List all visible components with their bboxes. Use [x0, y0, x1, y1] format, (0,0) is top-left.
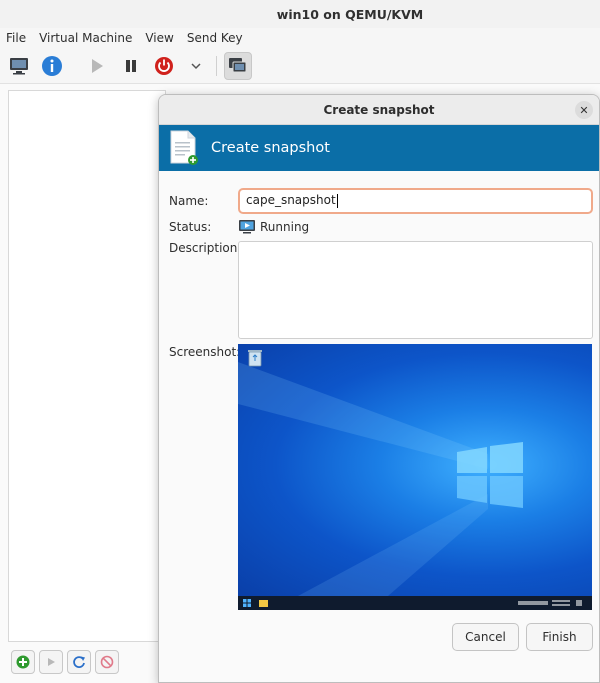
console-button[interactable] [5, 52, 33, 80]
refresh-button[interactable] [67, 650, 91, 674]
description-textarea[interactable] [238, 241, 593, 339]
menu-bar: File Virtual Machine View Send Key [0, 28, 600, 48]
recycle-bin-icon [248, 350, 262, 367]
details-button[interactable] [38, 52, 66, 80]
menu-file[interactable]: File [6, 31, 26, 45]
dialog-titlebar: Create snapshot ✕ [159, 95, 599, 125]
add-snapshot-button[interactable] [11, 650, 35, 674]
menu-view[interactable]: View [145, 31, 173, 45]
description-label: Description: [169, 241, 242, 255]
info-icon [42, 56, 62, 76]
toolbar [0, 48, 600, 84]
refresh-icon [73, 656, 85, 668]
status-value-group: Running [238, 219, 309, 234]
window-title: win10 on QEMU/KVM [276, 6, 424, 22]
windows-light-beams [238, 362, 488, 596]
name-input-value: cape_snapshot [246, 193, 336, 207]
delete-snapshot-button[interactable] [95, 650, 119, 674]
run-icon [92, 59, 103, 73]
add-icon [16, 655, 30, 669]
shutdown-icon [155, 57, 173, 75]
snapshots-icon [229, 58, 247, 73]
console-icon [10, 58, 28, 75]
system-tray-icon [518, 600, 582, 606]
run-icon [48, 658, 55, 666]
run-button[interactable] [83, 52, 111, 80]
toolbar-separator [216, 56, 217, 76]
pause-icon [126, 60, 136, 72]
dialog-heading: Create snapshot [211, 140, 330, 156]
text-caret [336, 193, 338, 208]
start-icon [243, 599, 251, 607]
menu-virtual-machine[interactable]: Virtual Machine [39, 31, 132, 45]
running-vm-icon [239, 220, 255, 234]
name-input[interactable]: cape_snapshot [238, 188, 593, 214]
snapshots-button[interactable] [224, 52, 252, 80]
status-label: Status: [169, 220, 212, 234]
file-explorer-icon [259, 600, 268, 607]
pause-button[interactable] [117, 52, 145, 80]
finish-button[interactable]: Finish [526, 623, 593, 651]
snapshot-list-actions [0, 646, 160, 683]
name-label: Name: [169, 194, 209, 208]
delete-icon [100, 655, 114, 669]
windows-taskbar [238, 596, 592, 610]
vm-screenshot [238, 344, 592, 610]
cancel-button[interactable]: Cancel [452, 623, 519, 651]
snapshot-list[interactable] [8, 90, 166, 642]
close-button[interactable]: ✕ [575, 101, 593, 119]
screenshot-label: Screenshot: [169, 345, 241, 359]
run-snapshot-button[interactable] [39, 650, 63, 674]
dialog-title: Create snapshot [323, 102, 435, 117]
status-value: Running [260, 219, 310, 234]
dialog-banner: Create snapshot [159, 125, 599, 171]
new-document-icon [169, 130, 198, 166]
windows-logo [457, 442, 523, 508]
create-snapshot-dialog: Create snapshot ✕ Create snapshot Name: … [158, 94, 600, 683]
chevron-down-icon [191, 63, 201, 70]
menu-send-key[interactable]: Send Key [187, 31, 243, 45]
window-titlebar: win10 on QEMU/KVM [0, 0, 600, 28]
shutdown-menu-button[interactable] [182, 52, 210, 80]
shutdown-button[interactable] [150, 52, 178, 80]
close-icon: ✕ [579, 103, 589, 117]
